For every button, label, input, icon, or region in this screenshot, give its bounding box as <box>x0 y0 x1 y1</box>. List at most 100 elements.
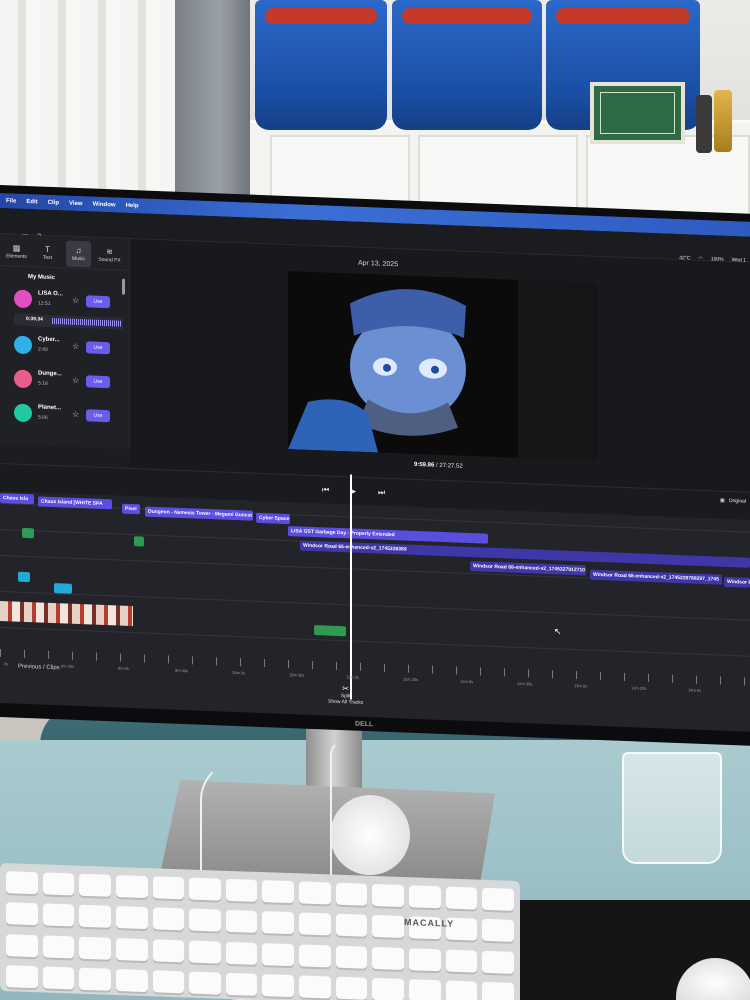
green-clip[interactable] <box>22 527 34 539</box>
use-button[interactable]: Use <box>86 409 110 423</box>
cyan-clip[interactable] <box>54 583 72 594</box>
use-button[interactable]: Use <box>86 375 110 389</box>
tab-label: Music <box>71 255 86 263</box>
aspect-icon: ▣ <box>720 497 725 504</box>
track-name: LISA O... <box>38 290 63 298</box>
video-letterbox <box>518 279 598 461</box>
ruler-tick-label: 10m 0s <box>232 669 246 676</box>
trophy <box>714 90 732 152</box>
timeline-clip[interactable]: Chaos Isla <box>0 493 34 505</box>
timeline-clip[interactable]: Chaos Island [WHITE SPA <box>38 496 112 510</box>
elements-icon: ▦ <box>12 243 21 253</box>
video-frame[interactable] <box>288 271 598 461</box>
video-thumbnail-strip[interactable] <box>0 601 133 627</box>
tab-label: Elements <box>6 253 27 261</box>
previous-clips-link[interactable]: Previous / Clips <box>18 664 60 672</box>
ruler-tick-label: 0s <box>4 661 9 667</box>
menu-window[interactable]: Window <box>93 201 116 208</box>
ruler-tick-label: 11m 0s <box>346 674 359 680</box>
timeline-clip[interactable]: Windsor R <box>724 576 750 588</box>
ruler-tick-label: 14m 0s <box>688 687 702 693</box>
scrollbar[interactable] <box>122 278 125 295</box>
music-track[interactable]: Cyber... 2:40 ☆ Use <box>0 329 129 364</box>
track-duration: 5:18 <box>38 380 48 387</box>
use-button[interactable]: Use <box>86 341 110 355</box>
storage-bin <box>255 0 387 130</box>
track-name: Cyber... <box>38 336 60 344</box>
previous-frame-icon[interactable]: ⏮ <box>322 485 329 495</box>
star-icon[interactable]: ☆ <box>72 342 79 351</box>
current-time: 9:59.86 <box>414 461 435 469</box>
timeline-clip[interactable]: Cyber Space <box>256 512 290 525</box>
water-glass <box>622 752 722 864</box>
tab-text[interactable]: T Text <box>35 239 60 266</box>
aspect-label: Original <box>728 497 746 505</box>
menu-file[interactable]: File <box>6 198 16 204</box>
playing-time: 0:39.34 <box>26 315 43 323</box>
total-time: 27:27.52 <box>439 462 463 470</box>
music-track[interactable]: Planet... 5:06 ☆ Use <box>0 397 129 432</box>
dark-curtain <box>175 0 250 220</box>
ruler-tick-label: 10m 30s <box>289 672 305 678</box>
timeline-clip[interactable]: Windsor Road 68-enhanced-v2_174532878829… <box>590 569 722 585</box>
monitor: DELL File Edit Clip View Window Help ▭ ▤… <box>0 185 750 746</box>
preview-date: Apr 13, 2025 <box>358 259 399 269</box>
timeline[interactable]: Chaos Isla Chaos Island [WHITE SPA Pixel… <box>0 474 750 732</box>
ruler-tick-label: 13m 30s <box>631 685 647 691</box>
use-button[interactable]: Use <box>86 295 110 309</box>
text-icon: T <box>45 244 50 254</box>
playhead[interactable] <box>350 474 352 700</box>
storage-bin <box>392 0 542 130</box>
video-preview: Apr 13, 2025 9:59.86 / 27:27.52 <box>130 238 750 493</box>
ruler-tick-label: 12m 30s <box>517 680 533 687</box>
media-panel: ▦ Elements T Text ♫ Music ≋ Sound FX My … <box>0 234 130 449</box>
tab-sound-fx[interactable]: ≋ Sound FX <box>97 242 122 269</box>
menu-edit[interactable]: Edit <box>26 199 37 205</box>
green-clip[interactable] <box>314 625 346 637</box>
music-track[interactable]: LISA O... 12:51 ☆ Use <box>0 283 129 318</box>
monitor-brand: DELL <box>355 720 374 729</box>
tab-elements[interactable]: ▦ Elements <box>4 238 29 265</box>
menu-view[interactable]: View <box>69 200 83 207</box>
menu-clip[interactable]: Clip <box>48 199 59 205</box>
split-button[interactable]: ✂ Split Show All Tracks <box>328 684 363 706</box>
star-icon[interactable]: ☆ <box>72 376 79 385</box>
star-icon[interactable]: ☆ <box>72 296 79 305</box>
track-duration: 5:06 <box>38 414 48 421</box>
bottle <box>696 95 712 153</box>
star-icon[interactable]: ☆ <box>72 410 79 419</box>
cyan-clip[interactable] <box>18 571 30 583</box>
screen: File Edit Clip View Window Help ▭ ▤ ? 42… <box>0 193 750 732</box>
ruler-tick-label: 12m 0s <box>460 678 474 685</box>
keyboard-keys <box>6 871 514 1000</box>
ruler-tick-label: 9m 0s <box>118 665 129 671</box>
timecode: 9:59.86 / 27:27.52 <box>414 461 463 470</box>
ruler-tick-label: 13m 0s <box>574 683 588 689</box>
ruler-tick-label: 11m 30s <box>403 676 419 683</box>
tab-label: Text <box>42 254 53 262</box>
track-duration: 12:51 <box>38 300 51 307</box>
track-duration: 2:40 <box>38 346 48 353</box>
track-name: Dunge... <box>38 370 62 378</box>
green-clip[interactable] <box>134 536 144 547</box>
timeline-clip[interactable]: Dungeon - Nemesis Tower - Megami Guncst <box>145 506 253 521</box>
tab-music[interactable]: ♫ Music <box>66 240 91 268</box>
panel-tabs: ▦ Elements T Text ♫ Music ≋ Sound FX <box>0 234 129 271</box>
aspect-selector[interactable]: ▣ Original <box>720 498 746 505</box>
keyboard-brand: MACALLY <box>404 917 455 929</box>
music-note-icon <box>14 369 32 389</box>
show-all-tracks-label: Show All Tracks <box>328 698 364 706</box>
ruler-tick-label: 6m 30s <box>61 663 75 669</box>
track-name: Planet... <box>38 404 62 412</box>
tab-label: Sound FX <box>98 256 121 264</box>
music-track[interactable]: Dunge... 5:18 ☆ Use <box>0 363 129 398</box>
mouse-cursor-icon: ↖ <box>554 626 562 637</box>
menu-help[interactable]: Help <box>126 202 139 209</box>
next-frame-icon[interactable]: ⏭ <box>378 488 385 498</box>
music-note-icon <box>14 335 32 355</box>
timeline-clip[interactable]: Pixel <box>122 503 140 515</box>
waveform <box>52 317 121 327</box>
music-note-icon: ♫ <box>75 245 82 256</box>
music-note-icon <box>14 289 32 309</box>
ruler-tick-label: 9m 30s <box>175 667 189 674</box>
